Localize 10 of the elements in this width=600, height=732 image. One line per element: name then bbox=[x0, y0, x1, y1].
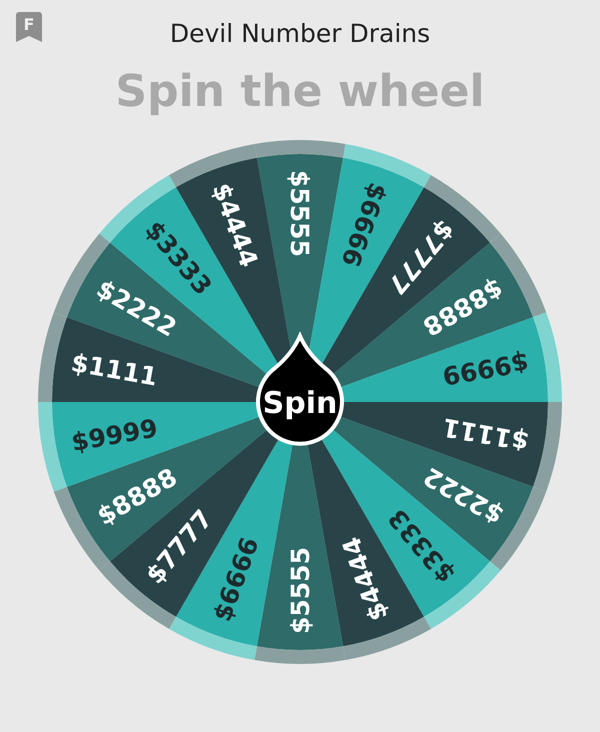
prize-label: $1111 bbox=[68, 348, 160, 392]
prize-label: $9999 bbox=[69, 413, 160, 458]
bookmark-logo: F bbox=[16, 12, 42, 42]
prize-label: $9999 bbox=[440, 346, 531, 391]
page-title: Devil Number Drains bbox=[170, 18, 430, 50]
prize-label: $5555 bbox=[286, 547, 315, 634]
heading: Spin the wheel bbox=[115, 65, 485, 119]
prize-label: $5555 bbox=[285, 170, 314, 257]
spin-button[interactable]: Spin bbox=[256, 334, 344, 446]
prize-label: $1111 bbox=[440, 412, 532, 456]
